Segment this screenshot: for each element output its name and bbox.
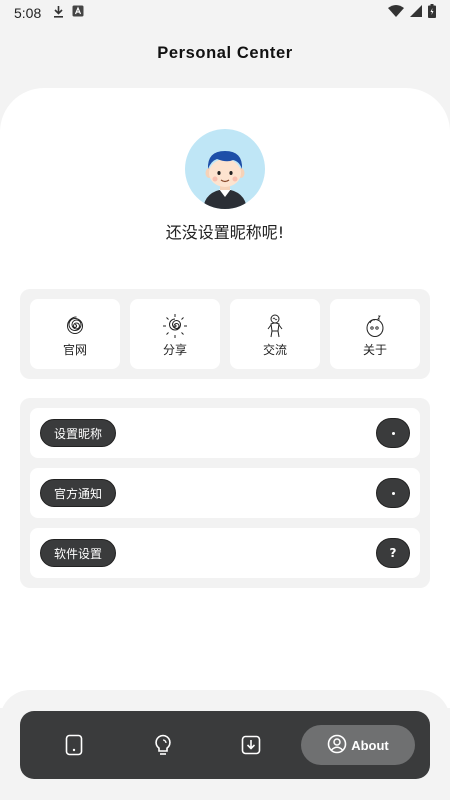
setting-row-notice[interactable]: 官方通知 [30,468,420,518]
setting-row-software[interactable]: 软件设置 ? [30,528,420,578]
user-circle-icon [327,734,347,757]
dot-icon [391,491,395,495]
battery-icon [428,4,436,22]
set-nickname-button[interactable]: 设置昵称 [40,419,117,447]
wifi-icon [388,5,404,21]
status-left-icons [53,5,84,22]
quick-action-chat[interactable]: 交流 [230,299,320,369]
quick-action-share[interactable]: 分享 [130,299,220,369]
quick-actions-panel: 官网 分享 交流 关于 [20,289,430,379]
phone-icon[interactable] [62,733,86,757]
download-box-icon[interactable] [239,733,263,757]
lightbulb-icon[interactable] [151,733,175,757]
a-badge-icon [72,5,84,21]
software-settings-button[interactable]: 软件设置 [40,539,117,567]
about-tab[interactable]: About [301,725,415,765]
page-title: Personal Center [157,44,293,62]
setting-row-nickname[interactable]: 设置昵称 [30,408,420,458]
settings-panel: 设置昵称 官方通知 软件设置 ? [20,398,430,588]
official-notice-button[interactable]: 官方通知 [40,479,117,507]
person-doodle-icon [262,313,288,339]
avatar-illustration [203,151,247,209]
avatar[interactable] [185,129,265,209]
nickname-text[interactable]: 还没设置昵称呢! [0,219,450,243]
spiral-icon [62,313,88,339]
dot-badge[interactable] [376,478,410,508]
quick-action-label: 关于 [362,343,387,357]
quick-action-website[interactable]: 官网 [30,299,120,369]
status-time: 5:08 [14,5,42,21]
sun-spiral-icon [162,313,188,339]
help-badge[interactable]: ? [376,538,410,568]
dot-icon [391,431,395,435]
status-bar: 5:08 [0,0,450,26]
quick-action-about[interactable]: 关于 [330,299,420,369]
download-icon [53,5,64,22]
signal-icon [410,5,422,21]
quick-action-label: 分享 [162,343,187,357]
quick-action-label: 官网 [62,343,87,357]
dot-badge[interactable] [376,418,410,448]
quick-action-label: 交流 [262,343,287,357]
status-right-icons [388,4,436,22]
bottom-nav: About [20,711,430,779]
about-tab-label: About [351,737,389,753]
face-doodle-icon [362,313,388,339]
